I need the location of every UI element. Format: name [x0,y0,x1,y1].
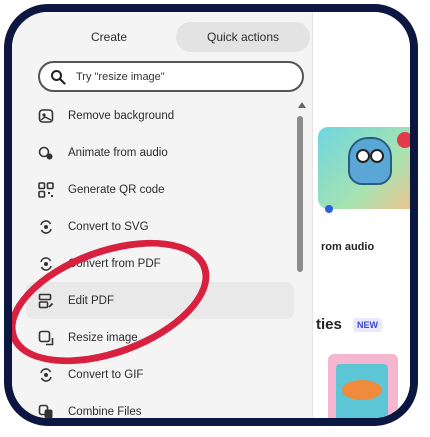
search-box[interactable] [38,61,304,92]
scroll-up-arrow[interactable] [298,102,306,108]
template-tile[interactable] [328,354,398,418]
section-title: ties [316,316,342,333]
search-icon [51,69,66,85]
convert-icon [38,367,54,383]
template-tile[interactable] [410,352,418,426]
scrollbar-thumb[interactable] [297,116,303,272]
screenshot-frame: rom audio ties NEW Create Quick actions … [4,4,418,426]
action-label: Generate QR code [68,183,165,196]
action-remove-background[interactable]: Remove background [26,97,294,134]
template-thumbnail [336,364,388,418]
combine-icon [38,404,54,418]
card-label: rom audio [321,241,375,253]
search-input[interactable] [74,69,278,84]
qr-code-icon [38,181,54,198]
audio-animate-icon [38,145,54,161]
tab-quick-actions[interactable]: Quick actions [176,22,310,52]
action-combine-files[interactable]: Combine Files [26,393,294,418]
action-label: Remove background [68,109,175,122]
action-label: Animate from audio [68,146,168,159]
action-animate-from-audio[interactable]: Animate from audio [26,134,294,171]
action-label: Combine Files [68,405,142,418]
cartoon-character-image [348,137,392,185]
audio-indicator-icon [325,205,333,213]
panel-tabs: Create Quick actions [42,22,310,52]
action-label: Convert to SVG [68,220,149,233]
convert-icon [38,219,54,235]
favorite-icon[interactable] [397,132,410,148]
image-scissor-icon [38,108,54,124]
action-generate-qr-code[interactable]: Generate QR code [26,171,294,208]
new-badge: NEW [353,318,382,332]
action-label: Convert to GIF [68,368,144,381]
tab-create[interactable]: Create [42,22,176,52]
